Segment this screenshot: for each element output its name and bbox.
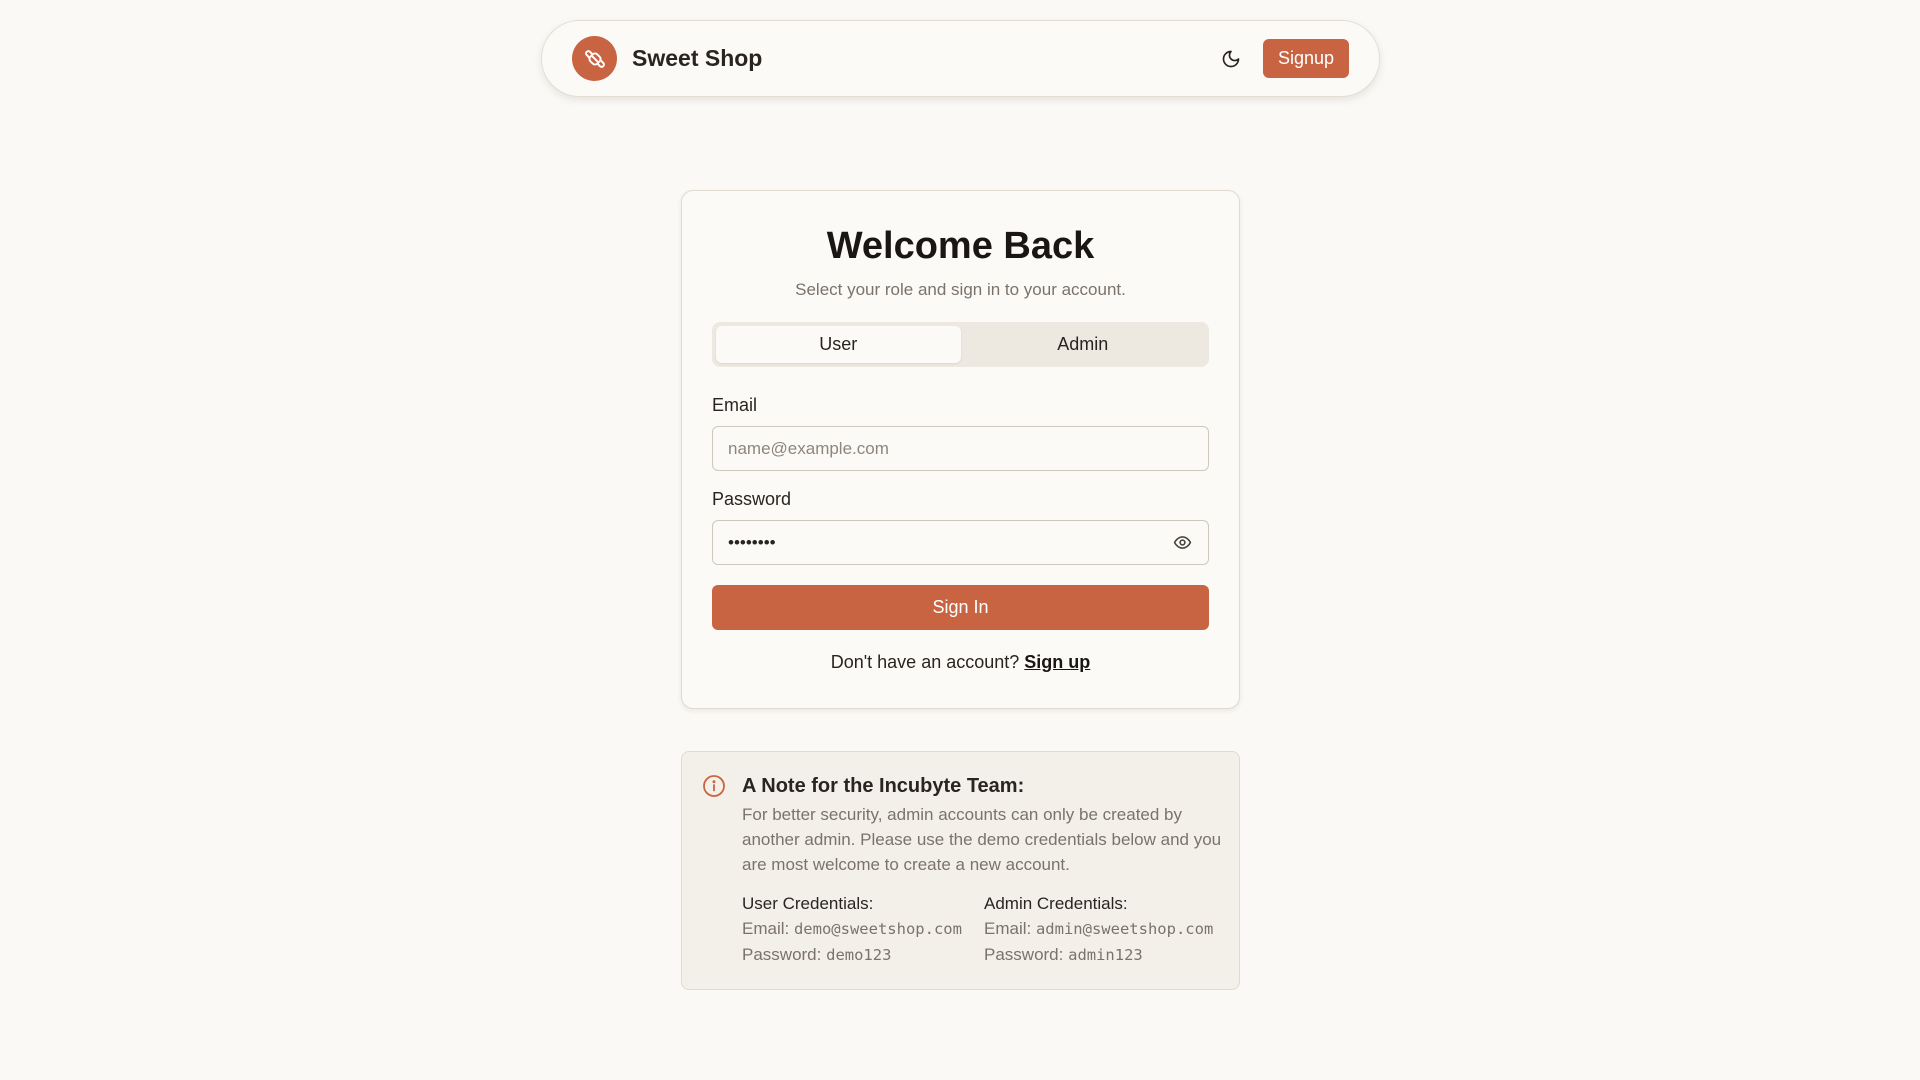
user-credentials: User Credentials: Email: demo@sweetshop.… (742, 891, 984, 968)
demo-credentials-note: A Note for the Incubyte Team: For better… (681, 751, 1240, 990)
admin-email-value: admin@sweetshop.com (1035, 920, 1214, 938)
page-title: Welcome Back (826, 225, 1095, 267)
admin-password-label: Password: (984, 945, 1064, 964)
email-label: Email (712, 395, 758, 415)
navbar: Sweet Shop Signup (541, 20, 1380, 97)
brand-name: Sweet Shop (632, 45, 763, 71)
moon-icon[interactable] (1219, 47, 1243, 71)
admin-credentials: Admin Credentials: Email: admin@sweetsho… (984, 891, 1226, 968)
page-subtitle: Select your role and sign in to your acc… (795, 280, 1126, 299)
user-credentials-heading: User Credentials: (742, 894, 874, 913)
sign-up-link[interactable]: Sign up (1024, 652, 1090, 672)
eye-icon[interactable] (1171, 532, 1193, 554)
login-card: Welcome Back Select your role and sign i… (681, 190, 1240, 709)
admin-email-label: Email: (984, 919, 1032, 938)
no-account-text: Don't have an account? (830, 652, 1020, 672)
email-field[interactable] (728, 438, 1193, 459)
email-field-wrapper (712, 426, 1209, 471)
password-label: Password (712, 489, 792, 509)
note-title: A Note for the Incubyte Team: (742, 775, 1025, 797)
password-field-wrapper (712, 520, 1209, 565)
info-icon (702, 774, 726, 798)
user-email-line: Email: demo@sweetshop.com (742, 916, 984, 942)
tab-user[interactable]: User (716, 326, 961, 363)
user-password-label: Password: (742, 945, 822, 964)
admin-password-line: Password: admin123 (984, 942, 1226, 968)
tab-admin[interactable]: Admin (961, 326, 1206, 363)
credentials: User Credentials: Email: demo@sweetshop.… (742, 891, 1226, 968)
brand[interactable]: Sweet Shop (572, 36, 762, 81)
admin-password-value: admin123 (1068, 946, 1143, 964)
user-password-value: demo123 (826, 946, 892, 964)
password-field[interactable] (728, 532, 1171, 553)
user-email-label: Email: (742, 919, 790, 938)
role-tabs: User Admin (712, 322, 1209, 367)
admin-credentials-heading: Admin Credentials: (984, 894, 1128, 913)
candy-icon (572, 36, 617, 81)
admin-email-line: Email: admin@sweetshop.com (984, 916, 1226, 942)
note-text: For better security, admin accounts can … (742, 805, 1222, 874)
sign-in-button[interactable]: Sign In (712, 585, 1209, 630)
signup-prompt: Don't have an account? Sign up (712, 652, 1209, 673)
user-password-line: Password: demo123 (742, 942, 984, 968)
signup-button[interactable]: Signup (1262, 39, 1349, 78)
user-email-value: demo@sweetshop.com (793, 920, 962, 938)
